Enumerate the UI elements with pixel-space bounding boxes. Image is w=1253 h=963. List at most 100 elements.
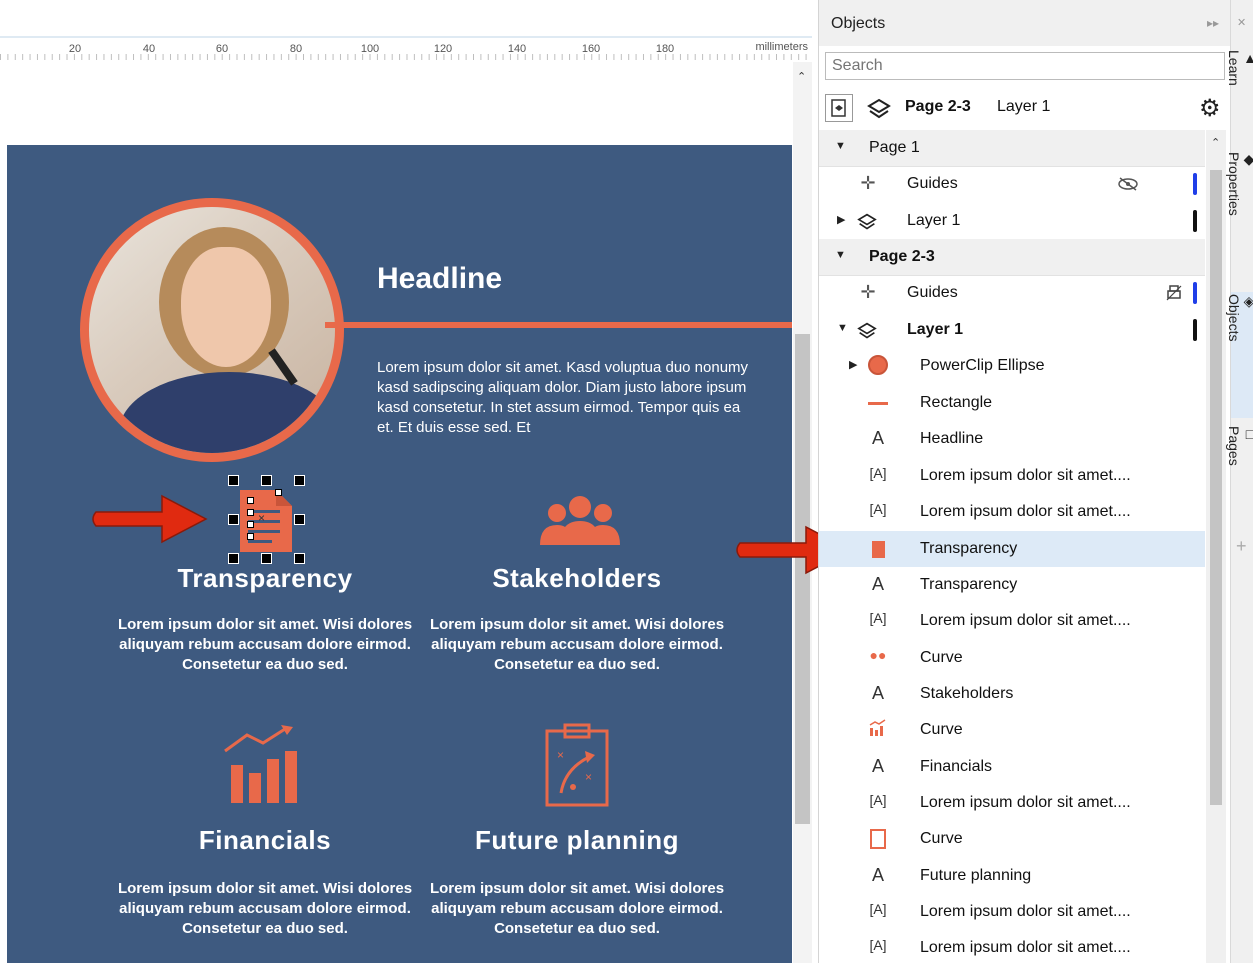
add-tab-icon[interactable]: + <box>1236 536 1247 557</box>
tree-object[interactable]: A Transparency <box>819 567 1205 603</box>
clipboard-strategy-icon[interactable]: × × <box>545 723 609 807</box>
tree-item-label: Layer 1 <box>907 321 964 338</box>
bar-chart-icon[interactable] <box>223 725 307 805</box>
tab-label: Properties <box>1226 152 1242 216</box>
tree-guides[interactable]: ✛ Guides <box>819 275 1205 311</box>
paragraph-text-icon: [A] <box>869 610 887 626</box>
annotation-arrow-left <box>92 494 208 544</box>
headline-text[interactable]: Headline <box>377 262 502 296</box>
layers-icon[interactable] <box>867 98 891 120</box>
learn-icon: ▲ <box>1242 50 1253 66</box>
feature-title-transparency[interactable]: Transparency <box>115 563 415 594</box>
tab-properties[interactable]: ◆ Properties <box>1226 150 1253 270</box>
tree-item-label: Page 1 <box>869 139 920 156</box>
tree-object[interactable]: Curve <box>819 712 1205 748</box>
tree-object[interactable]: [A] Lorem ipsum dolor sit amet.... <box>819 458 1205 494</box>
expand-arrow-icon[interactable]: ▼ <box>835 249 846 261</box>
intro-paragraph[interactable]: Lorem ipsum dolor sit amet. Kasd voluptu… <box>377 358 757 438</box>
feature-title-future-planning[interactable]: Future planning <box>427 825 727 856</box>
scroll-up-icon[interactable]: ⌃ <box>797 70 806 83</box>
tree-guides[interactable]: ✛ Guides <box>819 166 1205 202</box>
tree-object[interactable]: A Stakeholders <box>819 676 1205 712</box>
feature-body[interactable]: Lorem ipsum dolor sit amet. Wisi dolores… <box>427 615 727 675</box>
current-layer-label[interactable]: Layer 1 <box>997 98 1050 116</box>
collapse-arrow-icon[interactable]: ▶ <box>849 358 857 371</box>
tree-item-label: Guides <box>907 175 958 192</box>
tree-object[interactable]: [A] Lorem ipsum dolor sit amet.... <box>819 930 1205 963</box>
tree-object[interactable]: [A] Lorem ipsum dolor sit amet.... <box>819 785 1205 821</box>
objects-search-input[interactable] <box>825 52 1225 80</box>
tree-object[interactable]: Rectangle <box>819 385 1205 421</box>
tree-object[interactable]: [A] Lorem ipsum dolor sit amet.... <box>819 894 1205 930</box>
gear-icon[interactable]: ⚙ <box>1199 94 1221 123</box>
document-page[interactable]: Headline Lorem ipsum dolor sit amet. Kas… <box>7 145 792 963</box>
selection-handle[interactable] <box>228 475 239 486</box>
collapse-arrow-icon[interactable]: ▶ <box>837 213 845 226</box>
powerclip-ellipse-photo[interactable] <box>80 198 344 462</box>
feature-body[interactable]: Lorem ipsum dolor sit amet. Wisi dolores… <box>115 615 415 675</box>
tree-object[interactable]: ●● Curve <box>819 640 1205 676</box>
tab-learn[interactable]: ▲ Learn <box>1226 48 1253 124</box>
paragraph-text-icon: [A] <box>869 465 887 481</box>
collapse-docker-icon[interactable]: ▸▸ <box>1207 16 1219 30</box>
artistic-text-icon: A <box>871 574 884 594</box>
tab-pages[interactable]: □ Pages <box>1226 424 1253 512</box>
feature-body[interactable]: Lorem ipsum dolor sit amet. Wisi dolores… <box>115 879 415 939</box>
horizontal-ruler[interactable]: 20 40 60 80 100 120 140 160 180 millimet… <box>0 36 812 64</box>
feature-body[interactable]: Lorem ipsum dolor sit amet. Wisi dolores… <box>427 879 727 939</box>
expand-arrow-icon[interactable]: ▼ <box>837 322 848 334</box>
node-handle[interactable] <box>247 521 254 528</box>
guides-icon: ✛ <box>860 173 876 193</box>
tree-item-label: Headline <box>920 430 984 447</box>
layer-color-indicator <box>1193 282 1197 304</box>
feature-title-financials[interactable]: Financials <box>115 825 415 856</box>
layer-color-indicator <box>1193 173 1197 195</box>
tree-item-label: Curve <box>920 721 963 738</box>
tree-layer-active[interactable]: ▼ Layer 1 <box>819 312 1205 348</box>
selection-handle[interactable] <box>294 475 305 486</box>
tree-object[interactable]: Curve <box>819 821 1205 857</box>
tree-page-1[interactable]: ▼ Page 1 <box>819 130 1205 167</box>
tree-object[interactable]: [A] Lorem ipsum dolor sit amet.... <box>819 494 1205 530</box>
tree-item-label: Lorem ipsum dolor sit amet.... <box>920 794 1131 811</box>
node-handle[interactable] <box>247 509 254 516</box>
current-page-label[interactable]: Page 2-3 <box>905 98 971 116</box>
layers-icon <box>857 322 877 339</box>
selection-handle[interactable] <box>228 514 239 525</box>
tree-object-selected[interactable]: Transparency <box>819 531 1205 567</box>
scrollbar-thumb[interactable] <box>1210 170 1222 805</box>
rectangle-line-icon <box>867 392 889 414</box>
tab-objects[interactable]: ◈ Objects <box>1226 292 1253 418</box>
people-icon[interactable] <box>540 495 620 547</box>
expand-arrow-icon[interactable]: ▼ <box>835 140 846 152</box>
tree-object[interactable]: ▶ PowerClip Ellipse <box>819 348 1205 384</box>
tree-layer[interactable]: ▶ Layer 1 <box>819 203 1205 239</box>
pages-icon: □ <box>1242 426 1253 442</box>
tree-object[interactable]: A Headline <box>819 421 1205 457</box>
tree-item-label: Future planning <box>920 867 1032 884</box>
tree-object[interactable]: [A] Lorem ipsum dolor sit amet.... <box>819 603 1205 639</box>
page-navigation-icon[interactable] <box>825 94 853 122</box>
canvas-vertical-scrollbar[interactable]: ⌃ <box>793 62 812 963</box>
tree-item-label: Page 2-3 <box>869 248 935 265</box>
tree-object[interactable]: A Financials <box>819 749 1205 785</box>
close-icon[interactable]: ✕ <box>1237 16 1246 29</box>
feature-title-stakeholders[interactable]: Stakeholders <box>427 563 727 594</box>
scrollbar-thumb[interactable] <box>795 334 810 824</box>
eye-hidden-icon[interactable] <box>1117 177 1139 191</box>
selection-handle[interactable] <box>294 514 305 525</box>
docker-vertical-scrollbar[interactable]: ⌃ <box>1206 130 1226 963</box>
selection-handle[interactable] <box>261 475 272 486</box>
print-disabled-icon[interactable] <box>1165 284 1183 302</box>
node-handle[interactable] <box>247 497 254 504</box>
node-handle[interactable] <box>275 489 282 496</box>
node-handle[interactable] <box>247 533 254 540</box>
scroll-up-icon[interactable]: ⌃ <box>1211 136 1220 149</box>
tree-object[interactable]: A Future planning <box>819 858 1205 894</box>
ruler-accent <box>0 36 812 38</box>
tree-page-2-3[interactable]: ▼ Page 2-3 <box>819 239 1205 276</box>
tree-item-label: Lorem ipsum dolor sit amet.... <box>920 503 1131 520</box>
chart-curve-icon <box>867 719 889 741</box>
headline-rectangle[interactable] <box>325 322 792 328</box>
powerclip-icon <box>867 355 889 377</box>
